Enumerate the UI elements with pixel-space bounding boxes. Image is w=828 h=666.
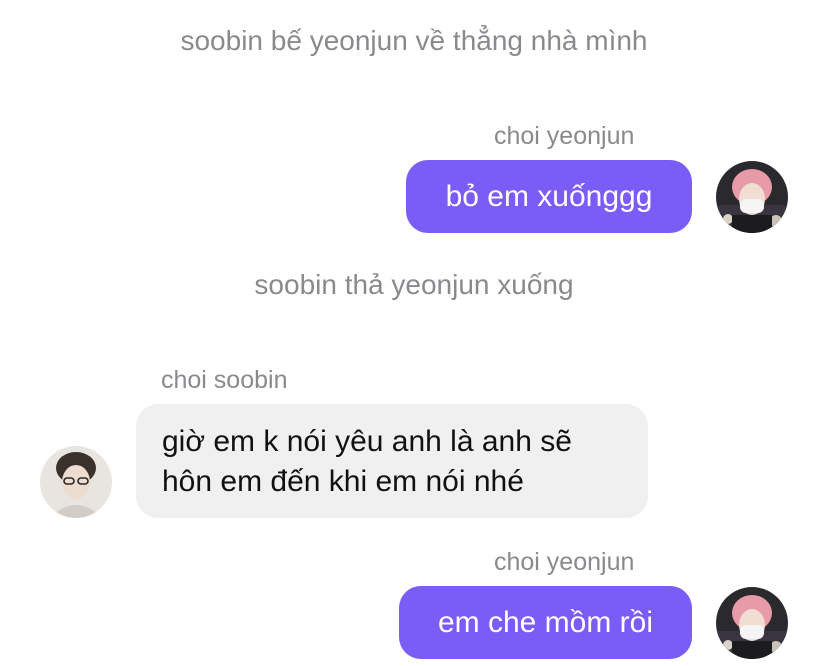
- sender-name: choi soobin: [161, 366, 288, 394]
- message-bubble-outgoing[interactable]: bỏ em xuốnggg: [406, 160, 692, 233]
- message-bubble-incoming[interactable]: giờ em k nói yêu anh là anh sẽ hôn em đế…: [136, 404, 648, 518]
- yeonjun-avatar-icon[interactable]: [716, 587, 788, 659]
- yeonjun-avatar-icon[interactable]: [716, 161, 788, 233]
- system-note: soobin bế yeonjun về thẳng nhà mình: [180, 25, 648, 56]
- sender-name: choi yeonjun: [494, 122, 635, 150]
- message-bubble-outgoing[interactable]: em che mồm rồi: [399, 586, 692, 659]
- system-note: soobin thả yeonjun xuống: [254, 269, 574, 300]
- soobin-avatar-icon[interactable]: [40, 446, 112, 518]
- sender-name: choi yeonjun: [494, 548, 635, 576]
